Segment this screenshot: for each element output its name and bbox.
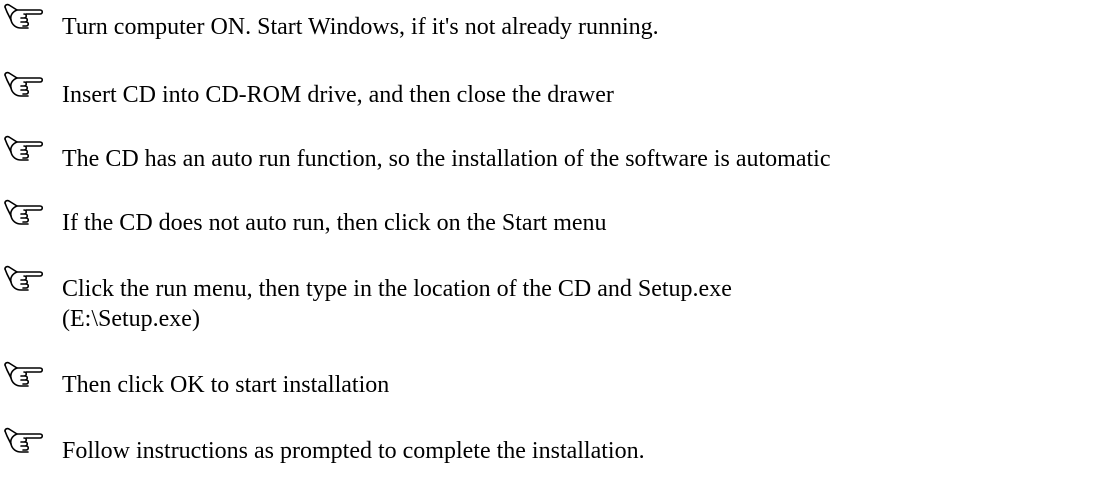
pointing-hand-icon	[2, 426, 46, 460]
step-text: Turn computer ON. Start Windows, if it's…	[62, 14, 659, 40]
step-text: Insert CD into CD-ROM drive, and then cl…	[62, 82, 614, 108]
pointing-hand-icon	[2, 360, 46, 394]
step-text: Then click OK to start installation	[62, 372, 390, 398]
pointing-hand-icon	[2, 70, 46, 104]
step-text-continuation: (E:\Setup.exe)	[62, 306, 200, 332]
pointing-hand-icon	[2, 134, 46, 168]
pointing-hand-icon	[2, 198, 46, 232]
instruction-list: Turn computer ON. Start Windows, if it's…	[0, 0, 1108, 493]
step-text: If the CD does not auto run, then click …	[62, 210, 607, 236]
step-text: Follow instructions as prompted to compl…	[62, 438, 645, 464]
pointing-hand-icon	[2, 264, 46, 298]
step-text: The CD has an auto run function, so the …	[62, 146, 831, 172]
pointing-hand-icon	[2, 2, 46, 36]
step-text: Click the run menu, then type in the loc…	[62, 276, 732, 302]
